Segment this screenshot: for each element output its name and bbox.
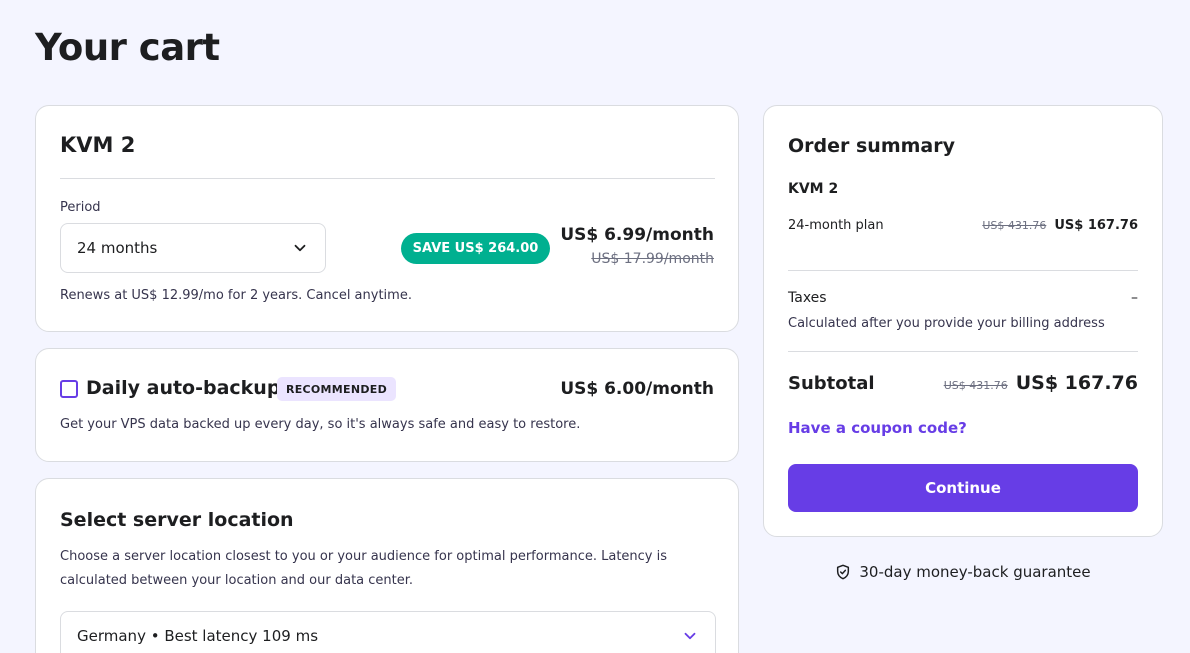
subtotal-old-price: US$ 431.76 (943, 379, 1008, 392)
chevron-down-icon (294, 244, 306, 252)
location-title: Select server location (60, 509, 294, 531)
order-summary-card: Order summary KVM 2 24-month plan US$ 43… (763, 105, 1163, 537)
chevron-down-icon (684, 632, 696, 640)
summary-plan-label: 24-month plan (788, 218, 884, 233)
page-title: Your cart (35, 26, 220, 69)
taxes-value: – (1131, 290, 1138, 306)
backup-price: US$ 6.00/month (560, 379, 714, 399)
guarantee-text: 30-day money-back guarantee (859, 563, 1091, 581)
save-badge: SAVE US$ 264.00 (401, 233, 550, 264)
continue-button[interactable]: Continue (788, 464, 1138, 512)
subtotal-label: Subtotal (788, 373, 875, 394)
divider (60, 178, 715, 179)
backup-card: Daily auto-backup RECOMMENDED US$ 6.00/m… (35, 348, 739, 462)
location-card: Select server location Choose a server l… (35, 478, 739, 653)
product-card: KVM 2 Period 24 months SAVE US$ 264.00 U… (35, 105, 739, 332)
money-back-guarantee: 30-day money-back guarantee (763, 563, 1163, 581)
backup-checkbox[interactable] (60, 380, 78, 398)
location-select-value: Germany • Best latency 109 ms (77, 627, 319, 645)
recommended-badge: RECOMMENDED (277, 377, 396, 401)
period-select-value: 24 months (77, 239, 158, 257)
divider (788, 351, 1138, 352)
backup-title[interactable]: Daily auto-backup (86, 377, 280, 399)
subtotal-price: US$ 167.76 (1015, 372, 1138, 394)
product-price: US$ 6.99/month (560, 225, 714, 245)
location-select[interactable]: Germany • Best latency 109 ms (60, 611, 716, 653)
summary-product-name: KVM 2 (788, 181, 839, 197)
summary-title: Order summary (788, 135, 956, 157)
period-select[interactable]: 24 months (60, 223, 326, 273)
period-label: Period (60, 200, 101, 215)
coupon-code-link[interactable]: Have a coupon code? (788, 419, 967, 437)
subtotal-prices: US$ 431.76 US$ 167.76 (944, 372, 1138, 394)
shield-check-icon (837, 564, 850, 580)
taxes-note: Calculated after you provide your billin… (788, 316, 1105, 331)
backup-description: Get your VPS data backed up every day, s… (60, 417, 581, 432)
product-old-price: US$ 17.99/month (591, 251, 714, 267)
divider (788, 270, 1138, 271)
product-name: KVM 2 (60, 133, 136, 157)
taxes-label: Taxes (788, 290, 827, 306)
summary-plan-price: US$ 167.76 (1054, 218, 1138, 233)
summary-plan-prices: US$ 431.76 US$ 167.76 (982, 218, 1138, 233)
renew-note: Renews at US$ 12.99/mo for 2 years. Canc… (60, 288, 412, 303)
summary-plan-old-price: US$ 431.76 (982, 219, 1047, 232)
location-description: Choose a server location closest to you … (60, 549, 668, 588)
